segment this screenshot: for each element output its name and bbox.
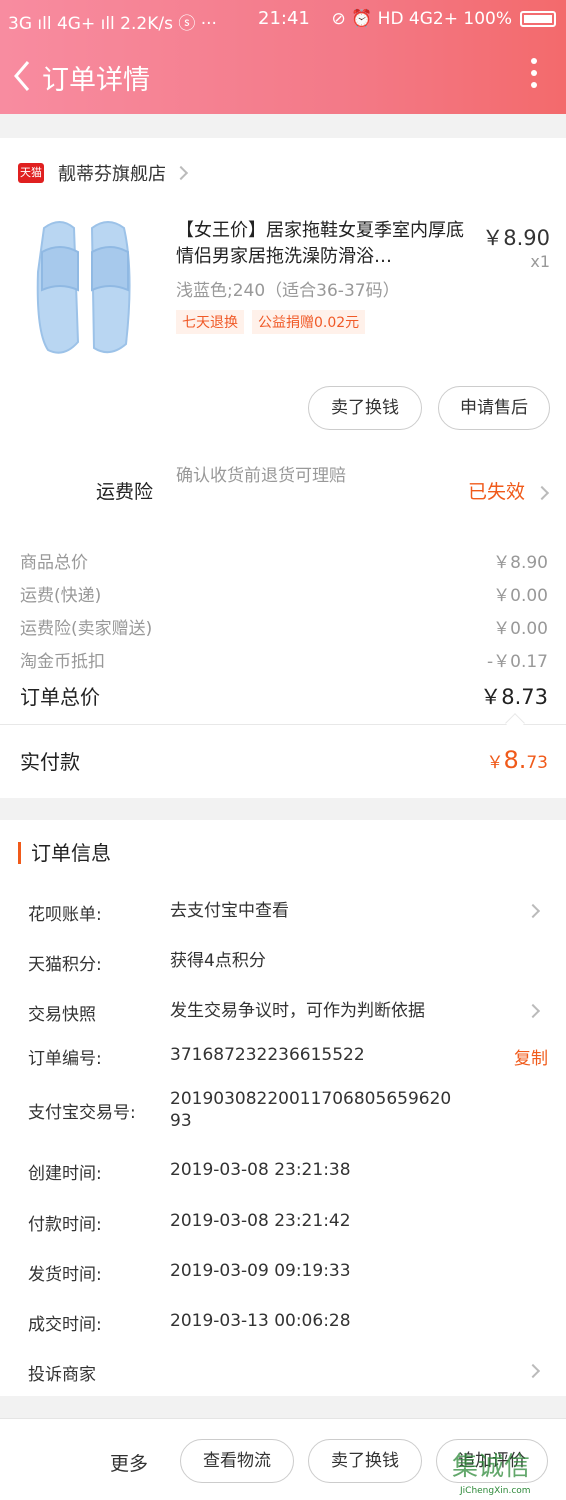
- insurance-description: 确认收货前退货可理赔: [176, 466, 346, 486]
- info-value: 2019-03-08 23:21:42: [170, 1211, 351, 1231]
- fee-label: 淘金币抵扣: [20, 652, 105, 672]
- chevron-right-icon: [534, 485, 550, 501]
- watermark-logo: 集诚信 JiChengXin.com: [452, 1446, 560, 1496]
- system-status: ⊘ ⏰ HD 4G2+ 100%: [331, 9, 556, 29]
- order-total-label: 订单总价: [20, 685, 100, 709]
- watermark-url: JiChengXin.com: [460, 1486, 531, 1496]
- fee-row-goods: 商品总价 ￥8.90: [20, 548, 548, 573]
- info-value: 去支付宝中查看: [170, 901, 289, 921]
- fee-row-insurance: 运费险(卖家赠送) ￥0.00: [20, 614, 548, 639]
- fee-value: ￥0.00: [493, 586, 548, 606]
- info-key: 支付宝交易号:: [28, 1103, 136, 1123]
- info-key: 创建时间:: [28, 1164, 102, 1184]
- tag-return: 七天退换: [176, 310, 244, 334]
- info-value: 2019-03-08 23:21:38: [170, 1160, 351, 1180]
- info-value: 371687232236615522: [170, 1045, 365, 1065]
- fee-value: ￥0.00: [493, 619, 548, 639]
- insurance-status[interactable]: 已失效: [468, 477, 550, 504]
- shop-link[interactable]: 天猫 靓蒂芬旗舰店: [18, 160, 189, 186]
- fee-label: 运费(快递): [20, 586, 102, 606]
- view-logistics-button[interactable]: 查看物流: [180, 1439, 294, 1483]
- paid-currency: ￥: [486, 753, 504, 773]
- nav-bar: 订单详情: [0, 48, 566, 104]
- fee-value: ￥8.90: [493, 553, 548, 573]
- sell-button[interactable]: 卖了换钱: [308, 386, 422, 430]
- info-value: 获得4点积分: [170, 951, 266, 971]
- product-title[interactable]: 【女王价】居家拖鞋女夏季室内厚底情侣男家居拖洗澡防滑浴…: [176, 218, 472, 270]
- insurance-status-text: 已失效: [468, 481, 526, 503]
- order-total-row: 订单总价 ￥8.73: [20, 681, 548, 710]
- paid-label: 实付款: [20, 750, 80, 774]
- info-key: 发货时间:: [28, 1265, 102, 1285]
- network-status: 3G ıll 4G+ ıll 2.2K/s ⓢ ···: [8, 14, 217, 34]
- paid-dec: 73: [526, 753, 548, 773]
- fee-label: 商品总价: [20, 553, 88, 573]
- status-bar: 3G ıll 4G+ ıll 2.2K/s ⓢ ··· 21:41 ⊘ ⏰ HD…: [0, 0, 566, 38]
- after-sale-button[interactable]: 申请售后: [438, 386, 550, 430]
- copy-button[interactable]: 复制: [514, 1044, 548, 1069]
- watermark-text: 集诚信: [452, 1452, 531, 1482]
- info-value: 2019-03-09 09:19:33: [170, 1261, 351, 1281]
- tag-charity: 公益捐赠0.02元: [252, 310, 366, 334]
- insurance-label: 运费险: [96, 481, 154, 503]
- fee-label: 运费险(卖家赠送): [20, 619, 153, 639]
- more-options-icon[interactable]: [530, 58, 538, 90]
- divider: [0, 724, 566, 725]
- info-value: 2019030822001170680565962093: [170, 1089, 452, 1131]
- sell-bottom-button[interactable]: 卖了换钱: [308, 1439, 422, 1483]
- battery-icon: [520, 11, 556, 27]
- info-key: 投诉商家: [28, 1365, 96, 1385]
- paid-value: ￥8.73: [486, 746, 548, 774]
- info-key: 付款时间:: [28, 1215, 102, 1235]
- order-total-value: ￥8.73: [480, 685, 548, 709]
- order-info-title: 订单信息: [18, 842, 111, 864]
- chevron-right-icon: [173, 165, 189, 181]
- product-image[interactable]: [22, 212, 150, 362]
- system-status-text: ⊘ ⏰ HD 4G2+ 100%: [331, 9, 512, 29]
- back-arrow-icon[interactable]: [8, 56, 38, 96]
- info-value: 发生交易争议时，可作为判断依据: [170, 1001, 425, 1021]
- more-button[interactable]: 更多: [110, 1449, 148, 1476]
- product-price: ￥8.90: [482, 226, 550, 250]
- fee-row-shipping: 运费(快递) ￥0.00: [20, 581, 548, 606]
- fee-row-coins: 淘金币抵扣 -￥0.17: [20, 647, 548, 672]
- product-tags: 七天退换 公益捐赠0.02元: [176, 310, 366, 334]
- fee-value: -￥0.17: [487, 652, 548, 672]
- info-key: 天猫积分:: [28, 955, 102, 975]
- paid-int: 8.: [503, 746, 527, 774]
- info-key: 交易快照: [28, 1005, 96, 1025]
- info-value: 2019-03-13 00:06:28: [170, 1311, 351, 1331]
- info-key: 花呗账单:: [28, 905, 102, 925]
- app-header: 3G ıll 4G+ ıll 2.2K/s ⓢ ··· 21:41 ⊘ ⏰ HD…: [0, 0, 566, 114]
- tmall-badge: 天猫: [18, 163, 44, 183]
- paid-amount-row: 实付款 ￥8.73: [20, 746, 548, 775]
- page-title: 订单详情: [42, 65, 150, 96]
- product-sku: 浅蓝色;240（适合36-37码）: [176, 281, 400, 301]
- product-quantity: x1: [530, 252, 550, 271]
- info-key: 成交时间:: [28, 1315, 102, 1335]
- shop-name: 靓蒂芬旗舰店: [58, 164, 166, 185]
- info-key: 订单编号:: [28, 1049, 102, 1069]
- clock: 21:41: [258, 8, 310, 29]
